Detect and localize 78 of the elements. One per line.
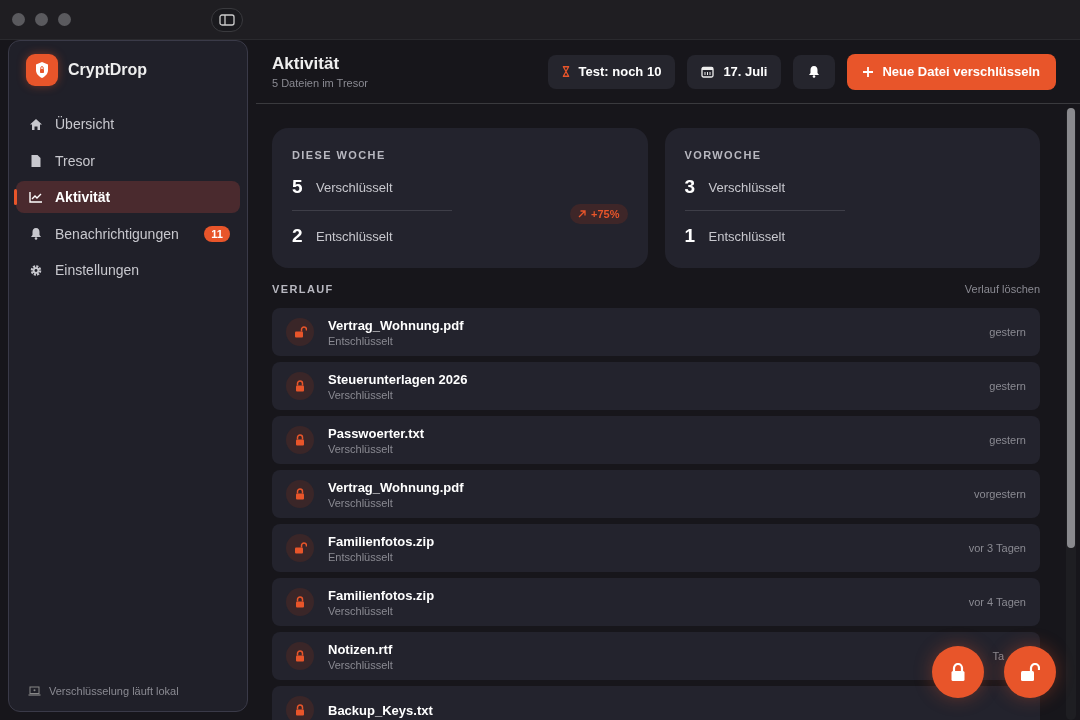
file-status: Verschlüsselt [328,442,393,455]
encrypt-file-button[interactable]: Neue Datei verschlüsseln [847,53,1056,90]
status-text: Verschlüsselung läuft lokal [49,685,179,697]
history-row[interactable]: Notizen.rtf Verschlüsselt Ta [272,632,1040,680]
decrypt-button[interactable] [1004,646,1056,698]
file-name: Notizen.rtf [328,641,393,657]
file-status: Verschlüsselt [328,658,393,671]
app-name: CryptDrop [68,61,148,79]
trend-badge: +75% [570,204,628,224]
close-window-dot[interactable] [12,13,25,26]
unlock-icon [1020,662,1040,682]
time-label: vor 4 Tagen [968,596,1026,608]
file-name: Passwoerter.txt [328,425,425,441]
card-title: VORWOCHE [684,149,763,161]
chart-icon [29,191,43,203]
lock-icon [950,662,966,682]
file-name: Familienfotos.zip [328,587,435,603]
stat-number: 3 [684,176,697,198]
time-label: vorgestern [974,488,1026,500]
stat-label: Entschlüsselt [316,228,393,244]
settings-icon [29,263,43,277]
time-label: gestern [989,326,1026,338]
history-row[interactable]: Passwoerter.txt Verschlüsselt gestern [272,416,1040,464]
document-icon [29,153,43,168]
arrow-up-right-icon [578,210,587,218]
date-button[interactable]: 17. Juli [687,54,782,89]
sidebar-icon [219,13,235,26]
history-row[interactable]: Familienfotos.zip Entschlüsselt vor 3 Tagen [272,524,1040,572]
stat-label: Verschlüsselt [708,179,786,195]
file-status: Verschlüsselt [328,388,393,401]
history-row[interactable]: Vertrag_Wohnung.pdf Verschlüsselt vorgestern [272,470,1040,518]
file-name: Familienfotos.zip [328,533,435,549]
history-row[interactable]: Vertrag_Wohnung.pdf Entschlüsselt gestern [272,308,1040,356]
home-icon [29,117,43,131]
minimize-window-dot[interactable] [35,13,48,26]
file-name: Backup_Keys.txt [328,702,433,718]
section-title: VERLAUF [272,283,334,295]
file-name: Vertrag_Wohnung.pdf [328,317,464,333]
file-name: Steuerunterlagen 2026 [328,371,468,387]
history-row[interactable]: Familienfotos.zip Verschlüsselt vor 4 Tagen [272,578,1040,626]
scrollbar-thumb[interactable] [1067,108,1075,548]
file-status: Verschlüsselt [328,604,393,617]
file-name: Vertrag_Wohnung.pdf [328,479,464,495]
file-status: Entschlüsselt [328,334,393,347]
stat-number: 2 [292,225,304,247]
time-label: gestern [989,434,1026,446]
card-title: DIESE WOCHE [292,149,387,161]
count-badge: 11 [204,225,230,242]
laptop-icon [28,686,41,696]
stat-number: 1 [684,225,697,247]
stat-number: 5 [292,176,304,198]
page-subtitle: 5 Dateien im Tresor [272,77,369,89]
file-status: Verschlüsselt [328,496,393,509]
sidebar-toggle-button[interactable] [211,7,243,32]
sidebar-item[interactable]: Einstellungen [16,254,240,286]
sidebar-item[interactable]: Aktivität [16,181,240,213]
shield-logo-icon [26,54,58,86]
history-row[interactable]: Backup_Keys.txt [272,686,1040,720]
sidebar-item[interactable]: Benachrichtigungen 11 [16,217,240,250]
sidebar-item[interactable]: Übersicht [16,108,240,140]
page-title: Aktivität [272,54,341,74]
notifications-button[interactable] [793,54,836,89]
sidebar-item[interactable]: Tresor [16,144,240,177]
bell-icon [29,227,43,240]
time-label: vor 3 Tagen [968,542,1026,554]
bell-icon [808,65,821,78]
trial-button[interactable]: Test: noch 10 [547,54,676,89]
plus-icon [863,66,874,77]
stat-label: Entschlüsselt [708,228,786,244]
clear-history-link[interactable]: Verlauf löschen [964,283,1040,295]
zoom-window-dot[interactable] [58,13,71,26]
time-label: Ta [992,650,1004,662]
stat-label: Verschlüsselt [316,179,393,195]
history-row[interactable]: Steuerunterlagen 2026 Verschlüsselt gestern [272,362,1040,410]
time-label: gestern [989,380,1026,392]
hourglass-icon [561,66,570,77]
file-status: Entschlüsselt [328,550,393,563]
calendar-icon [701,65,715,78]
